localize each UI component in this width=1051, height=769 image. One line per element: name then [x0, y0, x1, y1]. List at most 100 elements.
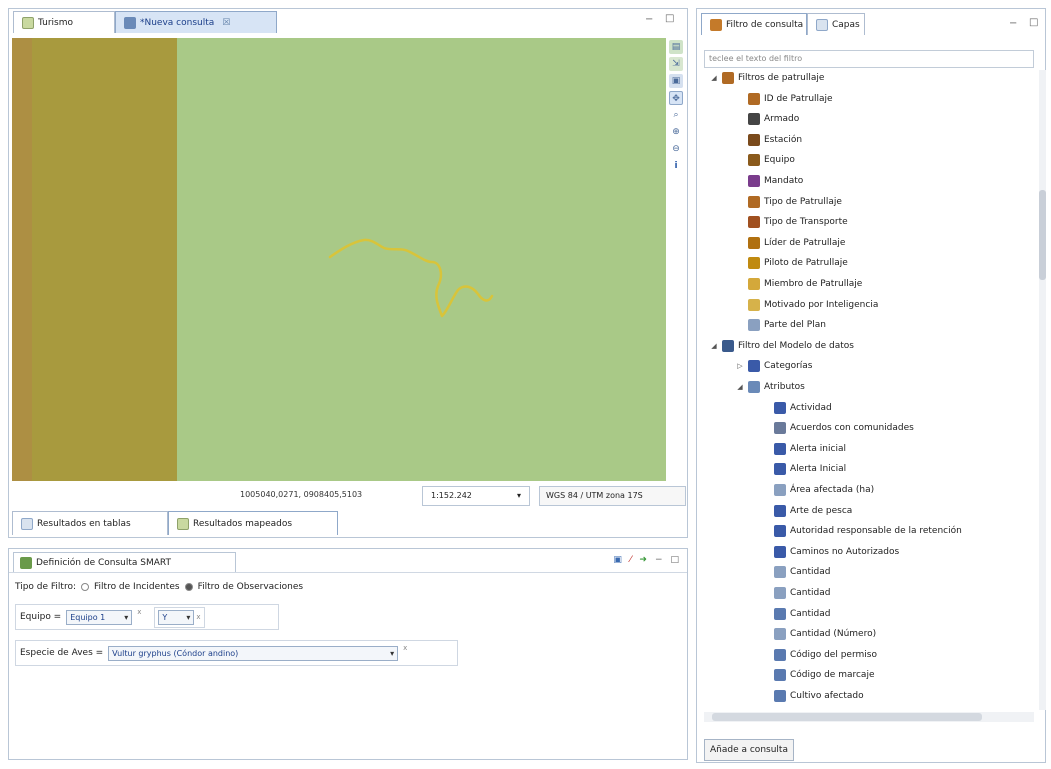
maximize-icon[interactable]: □ [665, 13, 674, 24]
remove-operator-icon[interactable]: x [196, 613, 200, 621]
tree-item[interactable]: Código del permiso [762, 647, 877, 663]
tree-horizontal-scrollbar[interactable] [704, 712, 1034, 722]
remove-filter-icon[interactable]: x [137, 608, 141, 616]
tree-item[interactable]: ▷ Categorías [736, 358, 813, 374]
text-attr-icon [774, 607, 786, 620]
tree-item[interactable]: Actividad [762, 400, 832, 416]
tab-results-table[interactable]: Resultados en tablas [12, 511, 168, 535]
tree-vertical-scrollbar[interactable] [1039, 70, 1046, 710]
scrollbar-thumb[interactable] [712, 713, 982, 721]
tree-item[interactable]: ◢ Filtros de patrullaje [710, 70, 824, 86]
expand-toggle-icon[interactable]: ◢ [736, 383, 744, 391]
tree-item[interactable]: Alerta inicial [762, 441, 846, 457]
zoom-in-icon[interactable]: ⊕ [669, 125, 683, 139]
tree-item-label: Parte del Plan [764, 320, 826, 331]
tree-item[interactable]: Cantidad [762, 606, 830, 622]
patrol-icon [722, 72, 734, 84]
tree-item-label: Tipo de Transporte [764, 217, 848, 228]
minimize-icon[interactable]: − [655, 555, 663, 565]
data-model-icon [722, 339, 734, 352]
filter-tree: ◢ Filtros de patrullaje ID de Patrullaje Ar… [704, 70, 1032, 710]
tree-item[interactable]: Cantidad [762, 585, 830, 601]
remove-filter-icon[interactable]: x [403, 644, 407, 652]
query-icon [124, 16, 136, 29]
print-icon[interactable]: ▣ [669, 74, 683, 88]
operator-select[interactable]: Y ▾ [158, 609, 195, 625]
pan-icon[interactable]: ✥ [669, 91, 683, 105]
tree-item[interactable]: ◢ Atributos [736, 379, 805, 395]
observation-filter-radio[interactable] [184, 583, 193, 591]
team-select[interactable]: Equipo 1 ▾ [66, 609, 133, 625]
clear-icon[interactable]: ⁄ [630, 555, 632, 565]
tree-item[interactable]: Caminos no Autorizados [762, 544, 899, 560]
list-icon [774, 401, 786, 414]
tree-item-label: Atributos [764, 382, 805, 392]
tree-item[interactable]: Cantidad (Número) [762, 626, 876, 642]
map-canvas[interactable] [12, 38, 666, 481]
export-icon[interactable]: ⇲ [669, 57, 683, 71]
tree-item[interactable]: Cantidad [762, 564, 830, 580]
map-status-bar: 1005040,0271, 0908405,5103 1:152.242 ▾ W… [12, 484, 686, 508]
layers-icon[interactable]: ▤ [669, 40, 683, 54]
zoom-out-icon[interactable]: ⊖ [669, 142, 683, 156]
close-icon[interactable]: ☒ [222, 18, 230, 28]
tab-query-filter[interactable]: Filtro de consulta [701, 13, 807, 35]
maximize-icon[interactable]: □ [1029, 17, 1038, 28]
info-icon[interactable]: i [669, 159, 683, 173]
text-attr-icon [774, 669, 786, 682]
tree-item[interactable]: Miembro de Patrullaje [736, 276, 862, 292]
tree-item[interactable]: ◢ Filtro del Modelo de datos [710, 338, 854, 354]
tree-item[interactable]: Acuerdos con comunidades [762, 420, 914, 436]
expand-toggle-icon[interactable]: ◢ [710, 74, 718, 82]
tree-item[interactable]: Líder de Patrullaje [736, 235, 845, 251]
scale-select[interactable]: 1:152.242 ▾ [422, 486, 530, 506]
patrol-id-icon [748, 92, 760, 105]
scrollbar-thumb[interactable] [1039, 190, 1046, 280]
maximize-icon[interactable]: □ [670, 555, 679, 565]
tree-item[interactable]: Área afectada (ha) [762, 482, 874, 498]
add-to-query-button[interactable]: Añade a consulta [704, 739, 794, 761]
tree-item[interactable]: Arte de pesca [762, 503, 852, 519]
numeric-icon [774, 566, 786, 579]
radio-label: Filtro de Observaciones [197, 582, 304, 592]
tab-query-definition[interactable]: Definición de Consulta SMART [13, 552, 236, 572]
tab-results-map[interactable]: Resultados mapeados [168, 511, 338, 535]
tree-item[interactable]: Autoridad responsable de la retención [762, 523, 962, 539]
layers-icon [816, 18, 828, 31]
tree-item[interactable]: Parte del Plan [736, 317, 826, 333]
minimize-icon[interactable]: − [645, 14, 653, 25]
tree-item[interactable]: Equipo [736, 152, 795, 168]
tree-item[interactable]: ID de Patrullaje [736, 91, 833, 107]
map-toolbar: ▤ ⇲ ▣ ✥ ⌕ ⊕ ⊖ i [669, 40, 685, 173]
tree-item[interactable]: Código de marcaje [762, 667, 874, 683]
minimize-icon[interactable]: − [1009, 18, 1017, 29]
incident-filter-radio[interactable] [81, 583, 90, 591]
numeric-icon [774, 587, 786, 599]
tree-item[interactable]: Mandato [736, 173, 803, 189]
tab-layers[interactable]: Capas [807, 13, 865, 35]
expand-toggle-icon[interactable]: ◢ [710, 342, 718, 350]
expand-toggle-icon[interactable]: ▷ [736, 362, 744, 370]
zoom-icon[interactable]: ⌕ [669, 108, 683, 122]
tree-item[interactable]: Estación [736, 132, 802, 148]
tree-item[interactable]: Alerta Inicial [762, 461, 846, 477]
filter-search-input[interactable]: teclee el texto del filtro [704, 50, 1034, 68]
tree-item[interactable]: Tipo de Patrullaje [736, 194, 842, 210]
tree-item[interactable]: Piloto de Patrullaje [736, 255, 848, 271]
scale-value: 1:152.242 [431, 491, 472, 500]
tab-turismo[interactable]: Turismo [13, 11, 115, 33]
combo-value: Y [162, 612, 168, 622]
table-icon [21, 517, 33, 530]
species-select[interactable]: Vultur gryphus (Cóndor andino) ▾ [108, 645, 399, 661]
tree-item[interactable]: Motivado por Inteligencia [736, 297, 878, 313]
tree-item[interactable]: Tipo de Transporte [736, 214, 848, 230]
tab-label: Resultados mapeados [193, 518, 293, 529]
save-icon[interactable]: ▣ [613, 555, 622, 565]
tree-item[interactable]: Armado [736, 111, 799, 127]
run-icon[interactable]: ➜ [639, 555, 647, 565]
tree-item[interactable]: Cultivo afectado [762, 688, 864, 704]
map-icon [22, 16, 34, 29]
tab-nueva-consulta[interactable]: *Nueva consulta ☒ [115, 11, 277, 33]
tree-item-label: Categorías [764, 361, 813, 372]
tree-item-label: Cantidad [790, 567, 831, 578]
